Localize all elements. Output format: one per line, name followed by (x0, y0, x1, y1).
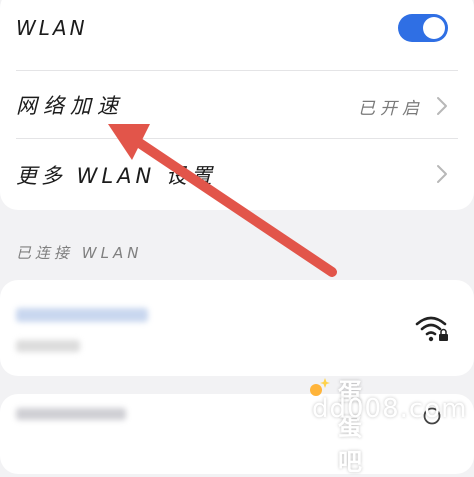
watermark-title: 蛋蛋吧 (338, 378, 365, 476)
watermark-url: dd008.com (312, 394, 468, 424)
annotation-arrow-icon (108, 124, 337, 277)
